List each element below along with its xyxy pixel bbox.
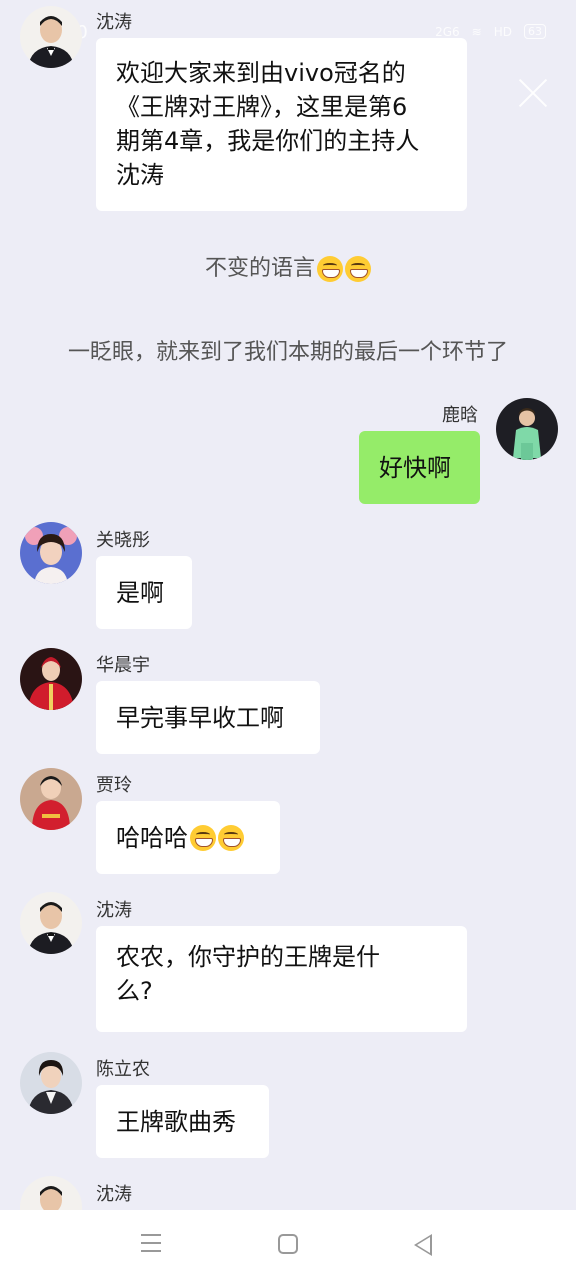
- message-bubble[interactable]: 欢迎大家来到由vivo冠名的 《王牌对王牌》，这里是第6 期第4章，我是你们的主…: [96, 38, 467, 211]
- sender-name: 沈涛: [96, 1184, 132, 1205]
- sender-name: 陈立农: [96, 1059, 150, 1080]
- menu-icon[interactable]: [141, 1234, 161, 1252]
- avatar[interactable]: [496, 398, 558, 460]
- sender-name: 华晨宇: [96, 655, 150, 676]
- wifi-icon: ≋: [471, 24, 482, 39]
- close-icon[interactable]: [518, 78, 548, 108]
- sender-name: 贾玲: [96, 775, 132, 796]
- signal-icon: 2G6: [435, 24, 460, 39]
- message-bubble[interactable]: 好快啊: [359, 431, 480, 504]
- message-bubble[interactable]: 是啊: [96, 556, 192, 629]
- status-icons: 2G6 ≋ HD 63: [435, 24, 546, 39]
- avatar[interactable]: [20, 522, 82, 584]
- message-bubble[interactable]: 早完事早收工啊: [96, 681, 320, 754]
- message-line: 《王牌对王牌》，这里是第6: [116, 93, 408, 121]
- message-bubble[interactable]: 哈哈哈: [96, 801, 280, 874]
- grin-emoji-icon: [345, 256, 371, 282]
- message-line: 农农，你守护的王牌是什: [116, 943, 380, 971]
- message-line: 欢迎大家来到由vivo冠名的: [116, 59, 406, 87]
- sender-name: 鹿晗: [442, 405, 478, 426]
- avatar[interactable]: [20, 1176, 82, 1210]
- avatar[interactable]: [20, 6, 82, 68]
- grin-emoji-icon: [218, 824, 244, 851]
- grin-emoji-icon: [317, 256, 343, 282]
- avatar[interactable]: [20, 768, 82, 830]
- avatar[interactable]: [20, 648, 82, 710]
- sender-name: 关晓彤: [96, 530, 150, 551]
- avatar[interactable]: [20, 1052, 82, 1114]
- back-icon[interactable]: [414, 1234, 432, 1256]
- narration-label: 不变的语言: [204, 256, 315, 281]
- message-line: 沈涛: [116, 161, 164, 189]
- sender-name: 沈涛: [96, 12, 132, 33]
- narration-text: 一眨眼，就来到了我们本期的最后一个环节了: [67, 340, 508, 365]
- narration-text: 不变的语言: [0, 250, 576, 282]
- message-text: 哈哈哈: [116, 823, 188, 852]
- battery-icon: 63: [524, 24, 546, 39]
- system-nav-bar: [0, 1210, 576, 1280]
- message-line: 期第4章，我是你们的主持人: [116, 127, 420, 155]
- message-bubble[interactable]: 王牌歌曲秀: [96, 1085, 269, 1158]
- message-bubble[interactable]: 农农，你守护的王牌是什 么?: [96, 926, 467, 1032]
- message-line: 么?: [116, 977, 153, 1005]
- grin-emoji-icon: [190, 824, 216, 851]
- avatar[interactable]: [20, 892, 82, 954]
- sender-name: 沈涛: [96, 900, 132, 921]
- network-icon: HD: [493, 24, 512, 39]
- home-icon[interactable]: [278, 1234, 298, 1254]
